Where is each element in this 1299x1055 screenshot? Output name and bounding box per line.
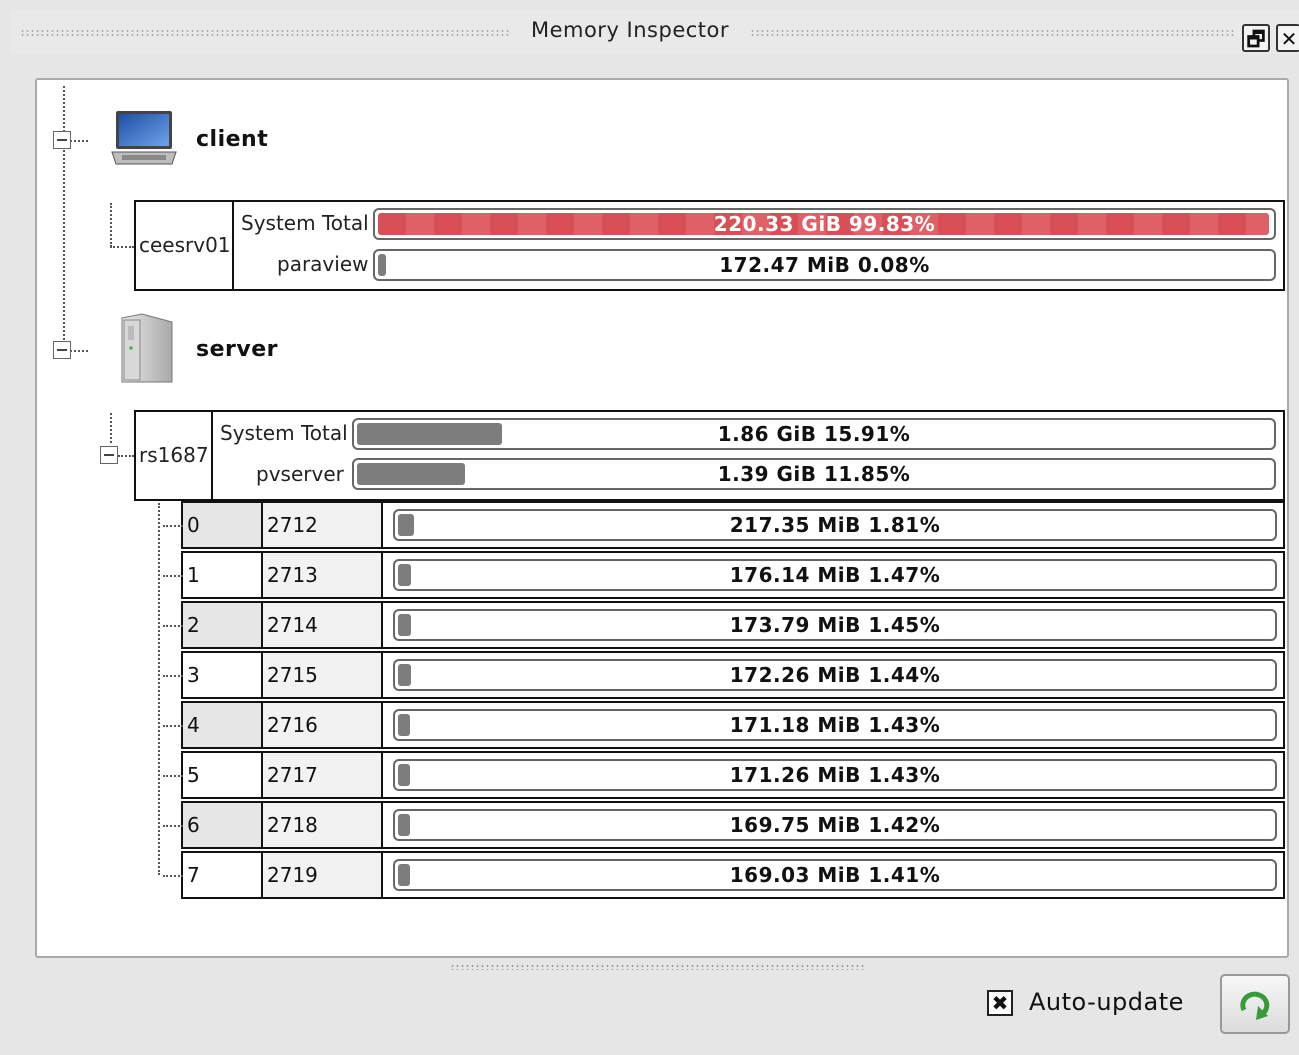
- auto-update-checkbox[interactable]: ✖: [987, 990, 1013, 1016]
- rank-pid: 2716: [263, 703, 383, 747]
- auto-update-label[interactable]: Auto-update: [1029, 988, 1184, 1016]
- rank-usage-value: 169.75 MiB 1.42%: [729, 813, 941, 837]
- machine-name-server: rs1687: [139, 443, 209, 467]
- tree-guide: [110, 246, 134, 248]
- rank-row[interactable]: 6 2718 169.75 MiB 1.42%: [163, 801, 1285, 849]
- rank-row[interactable]: 0 2712 217.35 MiB 1.81%: [163, 501, 1285, 549]
- process-bar-server: 1.39 GiB 11.85%: [352, 458, 1276, 490]
- rank-row[interactable]: 4 2716 171.18 MiB 1.43%: [163, 701, 1285, 749]
- rank-id: 1: [183, 553, 263, 597]
- server-tower-icon: [121, 313, 173, 383]
- tree-guide: [70, 140, 88, 142]
- tree-guide: [70, 350, 88, 352]
- rank-pid: 2717: [263, 753, 383, 797]
- rank-pid: 2714: [263, 603, 383, 647]
- process-value-server: 1.39 GiB 11.85%: [717, 462, 911, 486]
- process-label-server: pvserver: [256, 462, 344, 486]
- rank-usage-bar: 169.03 MiB 1.41%: [393, 859, 1277, 891]
- collapse-client-toggle[interactable]: [53, 131, 71, 149]
- rank-id: 7: [183, 853, 263, 897]
- rank-id: 0: [183, 503, 263, 547]
- close-icon: ✕: [1280, 27, 1298, 51]
- system-total-bar-server: 1.86 GiB 15.91%: [352, 418, 1276, 450]
- window-titlebar[interactable]: Memory Inspector 🗗 ✕: [10, 10, 1299, 54]
- host-label-client: client: [196, 127, 269, 152]
- rank-usage-value: 171.18 MiB 1.43%: [729, 713, 941, 737]
- tree-guide: [118, 455, 134, 457]
- refresh-button[interactable]: [1220, 974, 1290, 1034]
- process-value-client: 172.47 MiB 0.08%: [719, 253, 930, 277]
- rank-usage-bar: 171.18 MiB 1.43%: [393, 709, 1277, 741]
- system-total-value-server: 1.86 GiB 15.91%: [717, 422, 911, 446]
- laptop-icon: [111, 111, 177, 165]
- rank-id: 4: [183, 703, 263, 747]
- rank-row[interactable]: 7 2719 169.03 MiB 1.41%: [163, 851, 1285, 899]
- restore-icon: 🗗: [1246, 27, 1266, 51]
- rank-row[interactable]: 2 2714 173.79 MiB 1.45%: [163, 601, 1285, 649]
- rank-usage-bar: 176.14 MiB 1.47%: [393, 559, 1277, 591]
- rank-usage-bar: 171.26 MiB 1.43%: [393, 759, 1277, 791]
- rank-id: 5: [183, 753, 263, 797]
- rank-id: 2: [183, 603, 263, 647]
- process-bar-client: 172.47 MiB 0.08%: [373, 249, 1276, 281]
- system-total-value-client: 220.33 GiB 99.83%: [713, 212, 936, 236]
- rank-usage-bar: 217.35 MiB 1.81%: [393, 509, 1277, 541]
- system-total-label-server: System Total: [220, 421, 348, 445]
- process-label-client: paraview: [277, 252, 369, 276]
- rank-usage-value: 171.26 MiB 1.43%: [729, 763, 941, 787]
- rank-usage-value: 176.14 MiB 1.47%: [729, 563, 941, 587]
- close-button[interactable]: ✕: [1276, 24, 1299, 52]
- rank-row[interactable]: 5 2717 171.26 MiB 1.43%: [163, 751, 1285, 799]
- tree-guide: [110, 203, 112, 247]
- rank-usage-bar: 173.79 MiB 1.45%: [393, 609, 1277, 641]
- system-total-label-client: System Total: [241, 211, 369, 235]
- rank-pid: 2718: [263, 803, 383, 847]
- refresh-icon: [1240, 991, 1270, 1020]
- tree-guide: [110, 413, 112, 443]
- collapse-server-toggle[interactable]: [53, 341, 71, 359]
- tree-guide-root: [63, 86, 65, 340]
- rank-row[interactable]: 1 2713 176.14 MiB 1.47%: [163, 551, 1285, 599]
- restore-button[interactable]: 🗗: [1242, 24, 1270, 52]
- rank-usage-bar: 169.75 MiB 1.42%: [393, 809, 1277, 841]
- collapse-rs1687-toggle[interactable]: [100, 446, 118, 464]
- rank-pid: 2713: [263, 553, 383, 597]
- rank-pid: 2712: [263, 503, 383, 547]
- rank-usage-value: 172.26 MiB 1.44%: [729, 663, 941, 687]
- rank-pid: 2715: [263, 653, 383, 697]
- rank-id: 3: [183, 653, 263, 697]
- rank-usage-value: 169.03 MiB 1.41%: [729, 863, 941, 887]
- rank-row[interactable]: 3 2715 172.26 MiB 1.44%: [163, 651, 1285, 699]
- splitter-handle[interactable]: [450, 964, 865, 970]
- rank-pid: 2719: [263, 853, 383, 897]
- machine-name-client: ceesrv01: [139, 233, 231, 257]
- tree-guide-ranks: [158, 503, 160, 875]
- rank-id: 6: [183, 803, 263, 847]
- rank-usage-value: 217.35 MiB 1.81%: [729, 513, 941, 537]
- window-title: Memory Inspector: [510, 18, 750, 42]
- rank-usage-bar: 172.26 MiB 1.44%: [393, 659, 1277, 691]
- host-label-server: server: [196, 337, 278, 362]
- rank-usage-value: 173.79 MiB 1.45%: [729, 613, 941, 637]
- system-total-bar-client: 220.33 GiB 99.83%: [373, 208, 1276, 240]
